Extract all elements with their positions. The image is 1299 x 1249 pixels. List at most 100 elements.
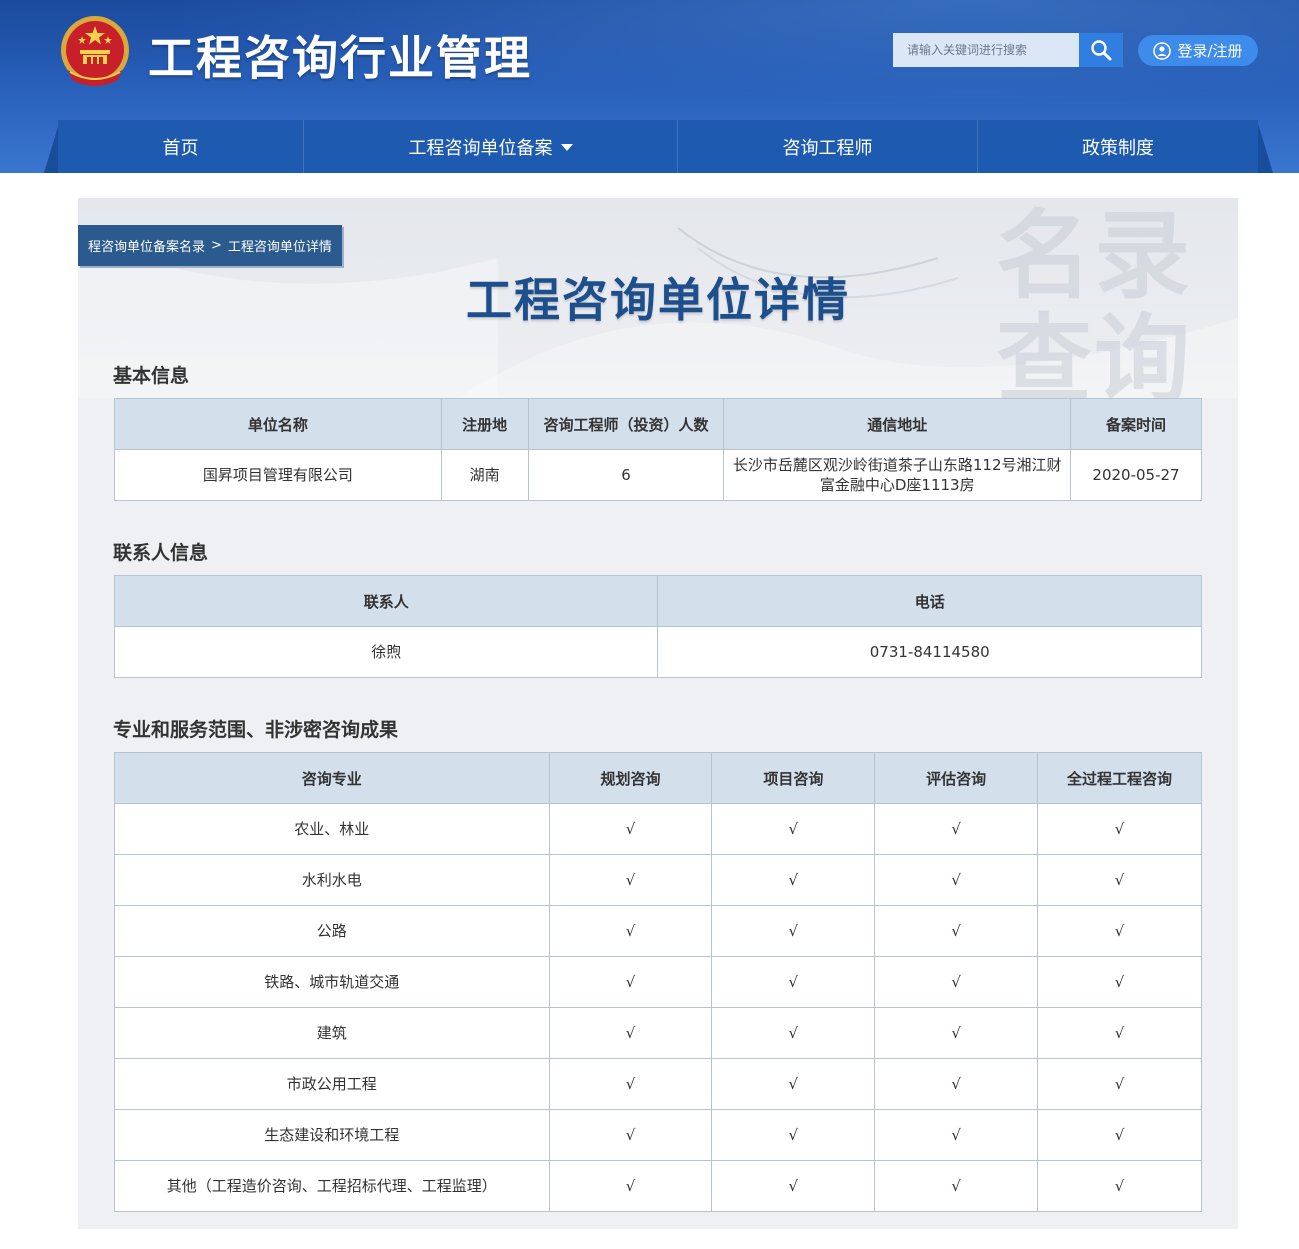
check-cell: √ — [874, 803, 1039, 855]
specialty-cell: 生态建设和环境工程 — [114, 1109, 550, 1161]
nav-item-policies[interactable]: 政策制度 — [978, 120, 1258, 173]
address-cell: 长沙市岳麓区观沙岭街道茶子山东路112号湘江财富金融中心D座1113房 — [723, 449, 1072, 501]
check-cell: √ — [711, 854, 876, 906]
check-cell: √ — [711, 1007, 876, 1059]
contact-info-table: 联系人 电话 徐煦 0731-84114580 — [113, 575, 1202, 678]
check-cell: √ — [711, 803, 876, 855]
user-icon — [1153, 41, 1172, 60]
check-cell: √ — [548, 854, 713, 906]
check-cell: √ — [711, 1058, 876, 1110]
specialty-cell: 其他（工程造价咨询、工程招标代理、工程监理） — [114, 1160, 550, 1212]
table-row: 其他（工程造价咨询、工程招标代理、工程监理） √ √ √ √ — [114, 1160, 1202, 1212]
section-title-contact-info: 联系人信息 — [113, 542, 209, 564]
column-header: 规划咨询 — [548, 752, 713, 804]
phone-cell: 0731-84114580 — [657, 626, 1202, 678]
check-cell: √ — [1037, 1007, 1202, 1059]
column-header: 备案时间 — [1070, 398, 1202, 450]
specialty-cell: 铁路、城市轨道交通 — [114, 956, 550, 1008]
search-icon — [1091, 40, 1112, 61]
check-cell: √ — [548, 1109, 713, 1161]
check-cell: √ — [548, 956, 713, 1008]
column-header: 电话 — [657, 575, 1202, 627]
detail-panel: 名录 查询 程咨询单位备案名录 > 工程咨询单位详情 工程咨询单位详情 基本信息… — [78, 198, 1238, 1229]
unit-name-cell: 国昇项目管理有限公司 — [114, 449, 442, 501]
caret-down-icon — [560, 144, 573, 151]
site-header: 工程咨询行业管理 登录/注册 首页 工程咨询单位备案 咨询工程师 政策制度 — [0, 0, 1299, 173]
nav-item-label: 工程咨询单位备案 — [408, 137, 553, 159]
column-header: 咨询专业 — [114, 752, 550, 804]
nav-item-engineers[interactable]: 咨询工程师 — [678, 120, 978, 173]
column-header: 评估咨询 — [874, 752, 1039, 804]
check-cell: √ — [711, 956, 876, 1008]
nav-item-label: 政策制度 — [1082, 137, 1154, 159]
nav-item-unit-filing[interactable]: 工程咨询单位备案 — [304, 120, 678, 173]
page-title: 工程咨询单位详情 — [466, 273, 850, 327]
column-header: 注册地 — [440, 398, 529, 450]
breadcrumb: 程咨询单位备案名录 > 工程咨询单位详情 — [78, 225, 342, 266]
column-header: 咨询工程师（投资）人数 — [527, 398, 725, 450]
check-cell: √ — [711, 1109, 876, 1161]
table-header-row: 咨询专业 规划咨询 项目咨询 评估咨询 全过程工程咨询 — [114, 752, 1202, 804]
table-row: 公路 √ √ √ √ — [114, 905, 1202, 957]
specialty-cell: 建筑 — [114, 1007, 550, 1059]
check-cell: √ — [1037, 905, 1202, 957]
check-cell: √ — [874, 1058, 1039, 1110]
check-cell: √ — [548, 803, 713, 855]
breadcrumb-link-parent[interactable]: 程咨询单位备案名录 — [88, 236, 205, 255]
check-cell: √ — [711, 1160, 876, 1212]
nav-item-label: 首页 — [162, 137, 199, 159]
table-row: 水利水电 √ √ √ √ — [114, 854, 1202, 906]
check-cell: √ — [1037, 1058, 1202, 1110]
table-header-row: 联系人 电话 — [113, 575, 1202, 627]
check-cell: √ — [1037, 854, 1202, 906]
check-cell: √ — [711, 905, 876, 957]
check-cell: √ — [1037, 956, 1202, 1008]
check-cell: √ — [1037, 1160, 1202, 1212]
specialty-cell: 水利水电 — [114, 854, 550, 906]
check-cell: √ — [874, 1007, 1039, 1059]
login-register-button[interactable]: 登录/注册 — [1138, 35, 1258, 66]
nav-item-label: 咨询工程师 — [782, 137, 873, 159]
check-cell: √ — [548, 905, 713, 957]
table-row: 国昇项目管理有限公司 湖南 6 长沙市岳麓区观沙岭街道茶子山东路112号湘江财富… — [114, 449, 1202, 501]
specialty-cell: 市政公用工程 — [114, 1058, 550, 1110]
main-nav: 首页 工程咨询单位备案 咨询工程师 政策制度 — [58, 120, 1258, 173]
search-input[interactable] — [893, 33, 1079, 67]
registration-place-cell: 湖南 — [440, 449, 529, 501]
nav-item-home[interactable]: 首页 — [58, 120, 304, 173]
check-cell: √ — [874, 1160, 1039, 1212]
contact-name-cell: 徐煦 — [113, 626, 659, 678]
basic-info-table: 单位名称 注册地 咨询工程师（投资）人数 通信地址 备案时间 国昇项目管理有限公… — [114, 398, 1202, 501]
section-title-basic-info: 基本信息 — [113, 365, 190, 387]
table-row: 铁路、城市轨道交通 √ √ √ √ — [114, 956, 1202, 1008]
search-button[interactable] — [1079, 33, 1123, 67]
check-cell: √ — [874, 956, 1039, 1008]
table-row: 建筑 √ √ √ √ — [114, 1007, 1202, 1059]
check-cell: √ — [1037, 1109, 1202, 1161]
table-row: 农业、林业 √ √ √ √ — [114, 803, 1202, 855]
filing-date-cell: 2020-05-27 — [1070, 449, 1202, 501]
breadcrumb-separator: > — [211, 238, 222, 253]
specialty-cell: 农业、林业 — [114, 803, 550, 855]
check-cell: √ — [1037, 803, 1202, 855]
check-cell: √ — [874, 1109, 1039, 1161]
check-cell: √ — [548, 1160, 713, 1212]
specialty-cell: 公路 — [114, 905, 550, 957]
engineer-count-cell: 6 — [527, 449, 725, 501]
login-register-label: 登录/注册 — [1177, 42, 1243, 60]
site-title: 工程咨询行业管理 — [148, 31, 532, 85]
column-header: 全过程工程咨询 — [1037, 752, 1202, 804]
column-header: 联系人 — [113, 575, 659, 627]
check-cell: √ — [548, 1058, 713, 1110]
table-row: 市政公用工程 √ √ √ √ — [114, 1058, 1202, 1110]
column-header: 项目咨询 — [711, 752, 876, 804]
column-header: 通信地址 — [723, 398, 1072, 450]
national-emblem-icon — [61, 16, 129, 86]
column-header: 单位名称 — [114, 398, 442, 450]
check-cell: √ — [874, 905, 1039, 957]
breadcrumb-current: 工程咨询单位详情 — [227, 240, 332, 255]
scope-table: 咨询专业 规划咨询 项目咨询 评估咨询 全过程工程咨询 农业、林业 √ √ √ √ 水利水… — [114, 752, 1202, 1212]
nav-bevel-right — [1257, 120, 1273, 173]
table-row: 徐煦 0731-84114580 — [113, 626, 1202, 678]
section-title-scope: 专业和服务范围、非涉密咨询成果 — [113, 719, 399, 741]
